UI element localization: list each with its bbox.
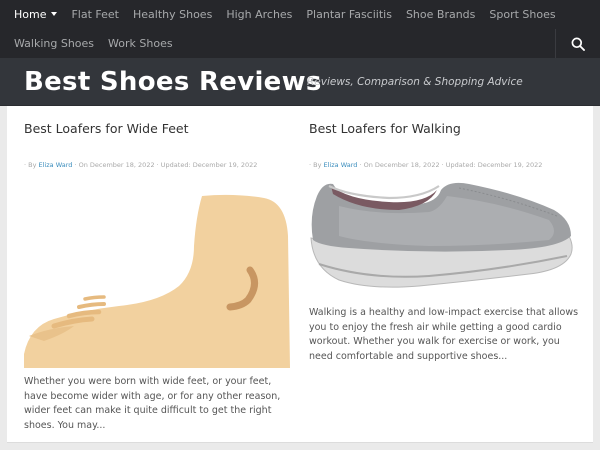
nav-item-healthy-shoes[interactable]: Healthy Shoes [126, 0, 219, 29]
top-navigation: Home Flat Feet Healthy Shoes High Arches… [0, 0, 600, 58]
meta-dates: · On December 18, 2022 · Updated: Decemb… [357, 161, 543, 169]
post-title-link[interactable]: Best Loafers for Walking [309, 120, 461, 138]
nav-item-work-shoes[interactable]: Work Shoes [101, 29, 180, 58]
nav-item-high-arches[interactable]: High Arches [219, 0, 299, 29]
grey-slip-on-walking-shoe [310, 182, 573, 288]
nav-item-home[interactable]: Home [0, 0, 64, 29]
post-excerpt: Walking is a healthy and low-impact exer… [309, 307, 579, 362]
search-button[interactable] [555, 29, 600, 58]
meta-by: · By [309, 161, 324, 169]
post-title-link[interactable]: Best Loafers for Wide Feet [24, 120, 189, 138]
meta-by: · By [24, 161, 39, 169]
nav-item-sport-shoes[interactable]: Sport Shoes [482, 0, 562, 29]
nav-item-plantar-fasciitis[interactable]: Plantar Fasciitis [299, 0, 399, 29]
nav-item-shoe-brands[interactable]: Shoe Brands [399, 0, 482, 29]
author-link[interactable]: Eliza Ward [324, 161, 358, 169]
wide-foot-illustration [24, 194, 290, 368]
post-meta: · By Eliza Ward · On December 18, 2022 ·… [309, 160, 542, 170]
nav-row-secondary: Walking Shoes Work Shoes [0, 29, 180, 58]
nav-item-flat-feet[interactable]: Flat Feet [64, 0, 126, 29]
meta-dates: · On December 18, 2022 · Updated: Decemb… [72, 161, 258, 169]
site-title[interactable]: Best Shoes Reviews [24, 66, 322, 98]
post-meta: · By Eliza Ward · On December 18, 2022 ·… [24, 160, 257, 170]
nav-item-label: Home [14, 8, 47, 21]
site-tagline: Reviews, Comparison & Shopping Advice [307, 76, 523, 88]
caret-down-icon [51, 12, 58, 16]
post-list: Best Loafers for Wide Feet · By Eliza Wa… [7, 106, 593, 443]
site-header: Best Shoes Reviews Reviews, Comparison &… [0, 58, 600, 106]
author-link[interactable]: Eliza Ward [39, 161, 73, 169]
nav-item-walking-shoes[interactable]: Walking Shoes [0, 29, 101, 58]
search-icon [571, 37, 585, 51]
post-excerpt: Whether you were born with wide feet, or… [24, 376, 281, 431]
post-thumbnail[interactable] [309, 176, 575, 296]
nav-row-primary: Home Flat Feet Healthy Shoes High Arches… [0, 0, 563, 29]
post-thumbnail[interactable] [24, 176, 290, 368]
